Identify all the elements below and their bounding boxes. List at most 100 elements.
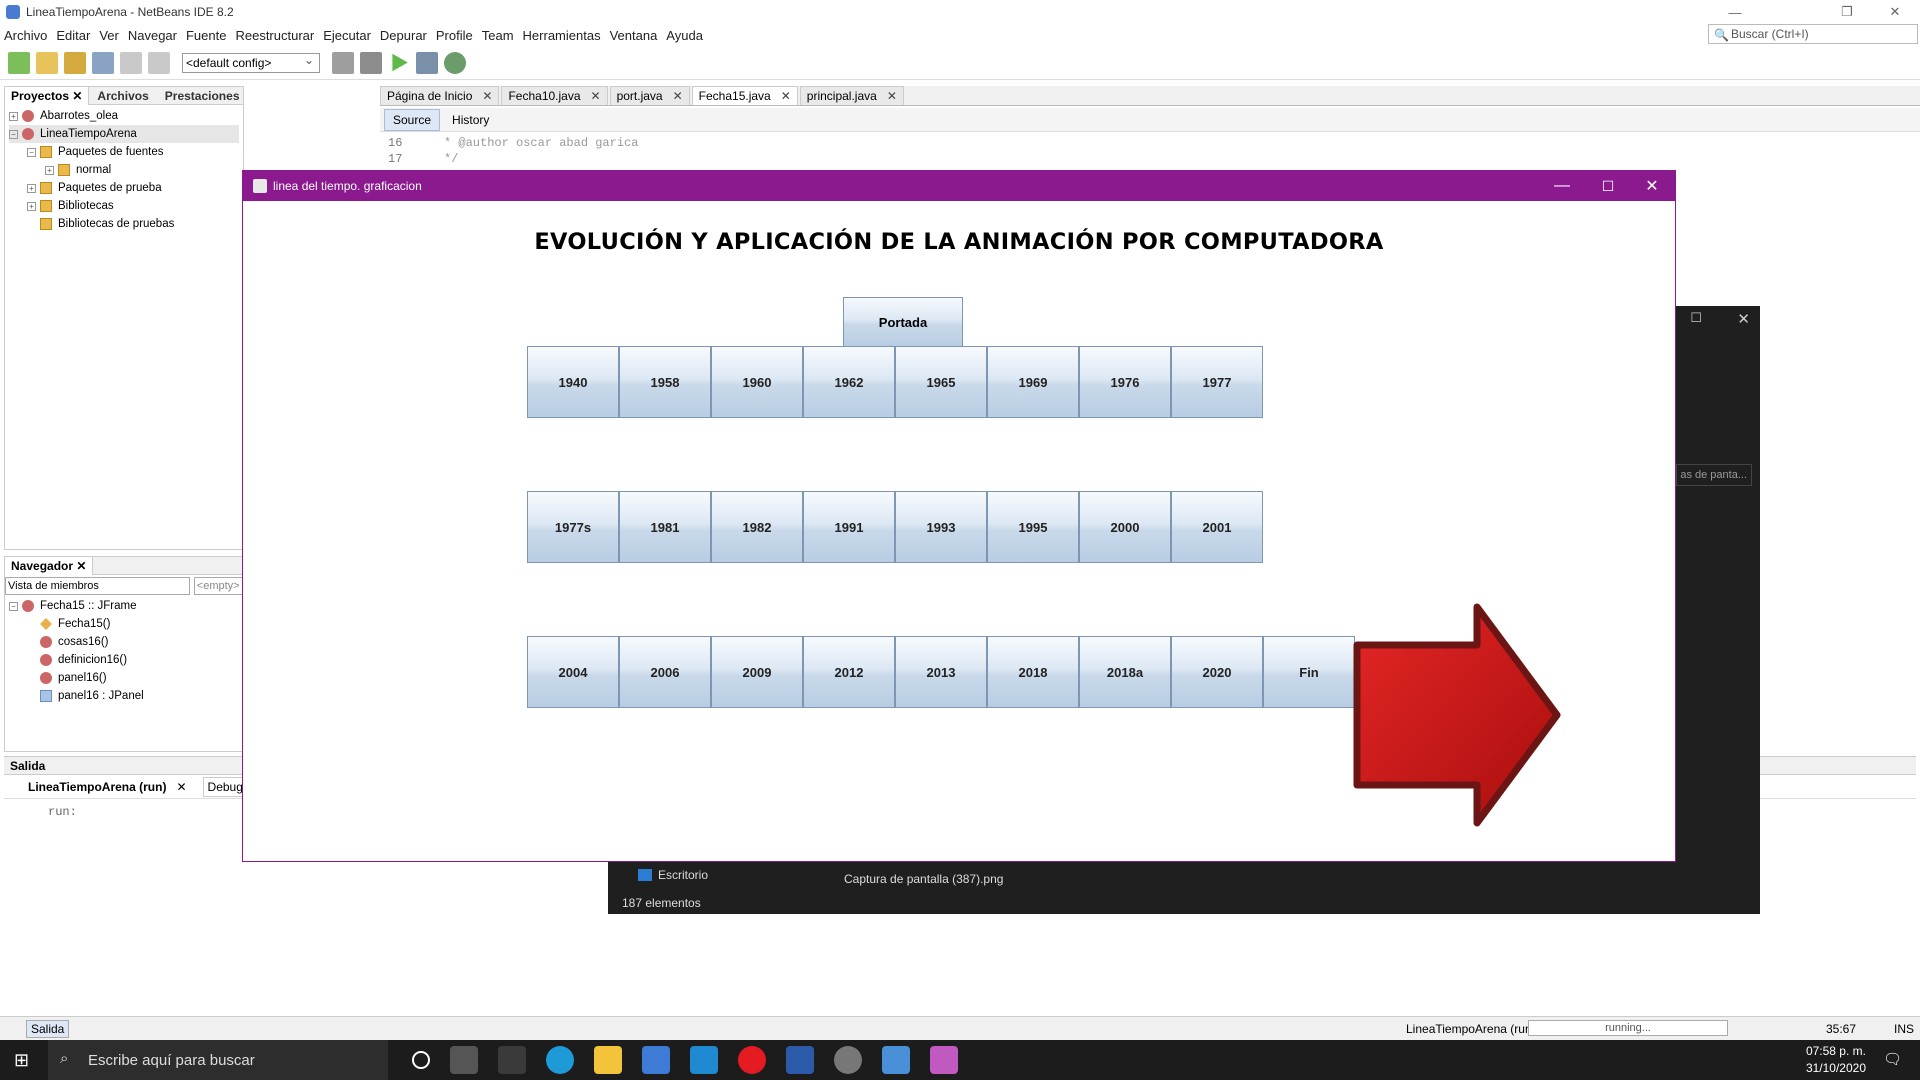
- year-button[interactable]: 1976: [1079, 346, 1171, 418]
- output-tab[interactable]: LineaTiempoArena (run): [28, 780, 166, 794]
- year-button[interactable]: 2013: [895, 636, 987, 708]
- year-button[interactable]: 2006: [619, 636, 711, 708]
- close-button[interactable]: ✕: [1629, 171, 1675, 201]
- file-item[interactable]: Captura de pantalla (387).png: [844, 872, 1003, 886]
- tab-principal[interactable]: principal.java ✕: [799, 86, 904, 105]
- menu-ventana[interactable]: Ventana: [610, 28, 658, 43]
- menu-team[interactable]: Team: [482, 28, 514, 43]
- close-icon[interactable]: ✕: [1737, 310, 1750, 328]
- explorer-search[interactable]: as de panta...: [1676, 464, 1752, 486]
- year-button[interactable]: 2018: [987, 636, 1079, 708]
- tree-item[interactable]: definicion16(): [9, 651, 239, 669]
- year-button[interactable]: 1991: [803, 491, 895, 563]
- year-button[interactable]: 2004: [527, 636, 619, 708]
- tree-item[interactable]: panel16 : JPanel: [9, 687, 239, 705]
- notification-icon[interactable]: 🗨: [1883, 1050, 1902, 1068]
- clean-build-icon[interactable]: [360, 51, 382, 74]
- year-button[interactable]: 2001: [1171, 491, 1263, 563]
- app-icon[interactable]: [498, 1046, 526, 1074]
- opera-icon[interactable]: [738, 1046, 766, 1074]
- year-button[interactable]: 1962: [803, 346, 895, 418]
- tree-item[interactable]: − Fecha15 :: JFrame: [9, 597, 239, 615]
- tab-fecha15[interactable]: Fecha15.java ✕: [691, 86, 798, 105]
- code-area[interactable]: 16 * @author oscar abad garica 17 */: [388, 136, 1088, 168]
- menu-depurar[interactable]: Depurar: [380, 28, 427, 43]
- word-icon[interactable]: [786, 1046, 814, 1074]
- tab-port[interactable]: port.java ✕: [609, 86, 690, 105]
- config-select[interactable]: <default config>: [182, 52, 320, 73]
- redo-icon[interactable]: [148, 51, 170, 74]
- filter-input[interactable]: <empty>: [193, 577, 243, 595]
- portada-button[interactable]: Portada: [843, 297, 963, 347]
- cortana-icon[interactable]: [412, 1051, 430, 1069]
- tree-item[interactable]: Fecha15(): [9, 615, 239, 633]
- year-button[interactable]: 1969: [987, 346, 1079, 418]
- year-button[interactable]: 2000: [1079, 491, 1171, 563]
- tree-item[interactable]: cosas16(): [9, 633, 239, 651]
- store-icon[interactable]: [642, 1046, 670, 1074]
- menu-profile[interactable]: Profile: [436, 28, 473, 43]
- windows-start-icon[interactable]: ⊞: [14, 1050, 29, 1071]
- edge-icon[interactable]: [546, 1046, 574, 1074]
- new-file-icon[interactable]: [36, 51, 58, 74]
- tab-pagina-inicio[interactable]: Página de Inicio ✕: [380, 86, 500, 105]
- debug-icon[interactable]: [416, 51, 438, 74]
- tab-navegador[interactable]: Navegador ✕: [5, 556, 94, 575]
- close-icon[interactable]: ✕: [176, 780, 186, 794]
- year-button[interactable]: 2012: [803, 636, 895, 708]
- menu-editar[interactable]: Editar: [56, 28, 90, 43]
- mail-icon[interactable]: [690, 1046, 718, 1074]
- menu-ejecutar[interactable]: Ejecutar: [323, 28, 371, 43]
- maximize-button[interactable]: ☐: [1585, 171, 1631, 201]
- menu-ver[interactable]: Ver: [99, 28, 119, 43]
- maximize-icon[interactable]: ☐: [1690, 310, 1702, 326]
- netbeans-icon[interactable]: [882, 1046, 910, 1074]
- run-icon[interactable]: [392, 53, 408, 72]
- year-button[interactable]: 2020: [1171, 636, 1263, 708]
- restore-button[interactable]: ❐: [1824, 0, 1870, 24]
- history-button[interactable]: History: [444, 110, 497, 130]
- source-button[interactable]: Source: [384, 108, 441, 131]
- nav-item-escritorio[interactable]: Escritorio: [658, 868, 708, 882]
- open-project-icon[interactable]: [64, 51, 86, 74]
- year-button[interactable]: 1965: [895, 346, 987, 418]
- undo-icon[interactable]: [120, 51, 142, 74]
- taskbar-search[interactable]: ⌕ Escribe aquí para buscar: [48, 1040, 388, 1080]
- menu-archivo[interactable]: Archivo: [4, 28, 47, 43]
- menu-ayuda[interactable]: Ayuda: [666, 28, 703, 43]
- year-button[interactable]: 1995: [987, 491, 1079, 563]
- file-explorer-icon[interactable]: [594, 1046, 622, 1074]
- save-all-icon[interactable]: [92, 51, 114, 74]
- task-view-icon[interactable]: [450, 1046, 478, 1074]
- tab-proyectos[interactable]: Proyectos ✕: [5, 86, 90, 105]
- year-button[interactable]: 1977: [1171, 346, 1263, 418]
- year-button[interactable]: 1982: [711, 491, 803, 563]
- tree-item[interactable]: Bibliotecas de pruebas: [9, 215, 239, 233]
- minimize-button[interactable]: —: [1712, 0, 1758, 24]
- menu-reestructurar[interactable]: Reestructurar: [235, 28, 314, 43]
- tree-item[interactable]: panel16(): [9, 669, 239, 687]
- year-button[interactable]: 1993: [895, 491, 987, 563]
- tree-item[interactable]: + Paquetes de prueba: [9, 179, 239, 197]
- year-button[interactable]: 1958: [619, 346, 711, 418]
- minimize-button[interactable]: —: [1539, 171, 1585, 201]
- view-select[interactable]: Vista de miembros: [5, 577, 190, 595]
- tree-item[interactable]: + Abarrotes_olea: [9, 107, 239, 125]
- java-app-icon[interactable]: [930, 1046, 958, 1074]
- tab-prestaciones[interactable]: Prestaciones: [157, 87, 248, 105]
- close-button[interactable]: ✕: [1872, 0, 1918, 24]
- year-button[interactable]: 1977s: [527, 491, 619, 563]
- year-button[interactable]: 2009: [711, 636, 803, 708]
- menu-navegar[interactable]: Navegar: [128, 28, 177, 43]
- tree-item[interactable]: + Bibliotecas: [9, 197, 239, 215]
- chrome-icon[interactable]: [834, 1046, 862, 1074]
- year-button[interactable]: 2018a: [1079, 636, 1171, 708]
- year-button[interactable]: 1981: [619, 491, 711, 563]
- build-icon[interactable]: [332, 51, 354, 74]
- tab-archivos[interactable]: Archivos: [89, 87, 156, 105]
- menu-herramientas[interactable]: Herramientas: [523, 28, 601, 43]
- search-input[interactable]: 🔍 Buscar (Ctrl+I): [1708, 24, 1918, 44]
- salida-toggle[interactable]: Salida: [26, 1019, 70, 1038]
- tree-item[interactable]: + normal: [9, 161, 239, 179]
- tab-fecha10[interactable]: Fecha10.java ✕: [501, 86, 608, 105]
